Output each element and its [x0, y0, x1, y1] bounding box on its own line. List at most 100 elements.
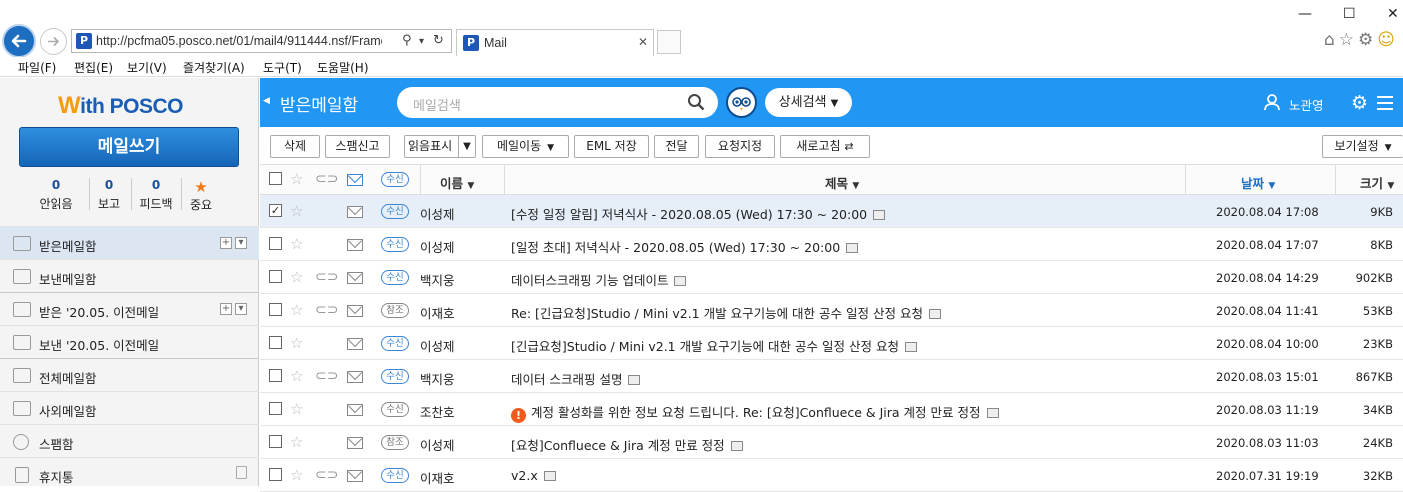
home-icon[interactable]: ⌂: [1324, 30, 1339, 50]
read-mark-select[interactable]: 읽음표시 ▼: [404, 135, 476, 158]
folder-inbox[interactable]: 받은메일함 + ▾: [0, 226, 259, 259]
mail-subject[interactable]: [일정 초대] 저녁식사 - 2020.08.05 (Wed) 17:30 ~ …: [511, 237, 859, 256]
delete-button[interactable]: 삭제: [270, 135, 320, 158]
search-input[interactable]: 메일검색: [413, 95, 461, 114]
mail-subject[interactable]: Re: [긴급요청]Studio / Mini v2.1 개발 요구기능에 대한…: [511, 303, 941, 322]
row-checkbox[interactable]: [269, 336, 282, 349]
sender-name[interactable]: 이성제: [420, 435, 455, 454]
envelope-icon[interactable]: [347, 338, 363, 350]
stat-feedback[interactable]: 0 피드백: [136, 178, 176, 212]
mail-row[interactable]: ☆ ⊂⊃ 수신 이재호 v2.x 2020.07.31 19:19 32KB: [260, 459, 1403, 492]
menu-tools[interactable]: 도구(T): [263, 59, 302, 76]
empty-trash-icon[interactable]: [236, 466, 247, 479]
envelope-icon[interactable]: [347, 470, 363, 482]
owl-mascot-icon[interactable]: [726, 87, 757, 118]
search-icon[interactable]: ⚲: [402, 33, 412, 48]
expand-plus-icon[interactable]: +: [220, 237, 232, 249]
recipient-type-column-tag[interactable]: 수신: [381, 172, 409, 187]
subject-column-header[interactable]: 제목 ▼: [825, 173, 859, 192]
settings-gear-icon[interactable]: ⚙: [1351, 94, 1368, 113]
size-column-header[interactable]: 크기 ▼: [1360, 173, 1394, 192]
minimize-icon[interactable]: —: [1298, 6, 1312, 22]
collapse-sidebar-icon[interactable]: ◀: [263, 96, 270, 106]
envelope-icon[interactable]: [347, 239, 363, 251]
stat-important[interactable]: ★ 중요: [186, 178, 216, 213]
sender-name[interactable]: 이재호: [420, 468, 455, 487]
sender-name[interactable]: 백지웅: [420, 270, 455, 289]
favorites-star-icon[interactable]: ☆: [1339, 30, 1358, 50]
menu-file[interactable]: 파일(F): [18, 59, 56, 76]
mail-row[interactable]: ☆ ⊂⊃ 수신 백지웅 데이터 스크래핑 설명 2020.08.03 15:01…: [260, 360, 1403, 393]
envelope-icon[interactable]: [347, 206, 363, 218]
folder-all-mail[interactable]: 전체메일함: [0, 358, 259, 391]
move-mail-button[interactable]: 메일이동 ▼: [482, 135, 569, 158]
sender-name[interactable]: 백지웅: [420, 369, 455, 388]
row-checkbox-checked[interactable]: ✓: [269, 204, 282, 217]
mail-row[interactable]: ✓ ☆ 수신 이성제 [수정 일정 알림] 저녁식사 - 2020.08.05 …: [260, 195, 1403, 228]
envelope-icon[interactable]: [347, 371, 363, 383]
eml-save-button[interactable]: EML 저장: [574, 135, 649, 158]
forward-button[interactable]: 전달: [654, 135, 699, 158]
mail-row[interactable]: ☆ 수신 조찬호 ! 계정 활성화를 위한 정보 요청 드립니다. Re: [요청…: [260, 393, 1403, 426]
folder-archived-inbox[interactable]: 받은 '20.05. 이전메일 + ▾: [0, 292, 259, 325]
mail-subject[interactable]: [수정 일정 알림] 저녁식사 - 2020.08.05 (Wed) 17:30…: [511, 204, 886, 223]
envelope-icon[interactable]: [347, 404, 363, 416]
folder-menu-dropdown-icon[interactable]: ▾: [235, 237, 247, 249]
star-icon[interactable]: ☆: [290, 303, 303, 318]
menu-edit[interactable]: 편집(E): [74, 59, 113, 76]
mail-subject[interactable]: ! 계정 활성화를 위한 정보 요청 드립니다. Re: [요청]Confluec…: [511, 402, 999, 423]
mail-search[interactable]: 메일검색: [397, 87, 718, 118]
stat-unread[interactable]: 0 안읽음: [36, 178, 76, 212]
advanced-search-button[interactable]: 상세검색 ▼: [765, 88, 852, 117]
star-icon[interactable]: ☆: [290, 468, 303, 483]
folder-external[interactable]: 사외메일함: [0, 391, 259, 424]
address-url[interactable]: http://pcfma05.posco.net/01/mail4/911444…: [96, 34, 382, 48]
back-button[interactable]: [2, 24, 36, 58]
mail-subject[interactable]: v2.x: [511, 468, 556, 483]
mail-row[interactable]: ☆ ⊂⊃ 수신 백지웅 데이터스크래핑 기능 업데이트 2020.08.04 1…: [260, 261, 1403, 294]
star-icon[interactable]: ☆: [290, 435, 303, 450]
view-settings-button[interactable]: 보기설정 ▼: [1322, 135, 1403, 158]
read-status-column-icon[interactable]: [347, 174, 363, 186]
envelope-icon[interactable]: [347, 272, 363, 284]
row-checkbox[interactable]: [269, 402, 282, 415]
star-icon[interactable]: ☆: [290, 270, 303, 285]
mail-row[interactable]: ☆ 수신 이성제 [일정 초대] 저녁식사 - 2020.08.05 (Wed)…: [260, 228, 1403, 261]
folder-trash[interactable]: 휴지통: [0, 457, 259, 490]
sender-name[interactable]: 이재호: [420, 303, 455, 322]
sender-name[interactable]: 이성제: [420, 336, 455, 355]
with-posco-logo[interactable]: With POSCO: [58, 92, 183, 120]
hamburger-menu-icon[interactable]: [1377, 96, 1393, 110]
date-column-header[interactable]: 날짜 ▼: [1241, 173, 1275, 192]
row-checkbox[interactable]: [269, 303, 282, 316]
compose-button[interactable]: 메일쓰기: [19, 127, 239, 167]
row-checkbox[interactable]: [269, 237, 282, 250]
select-all-checkbox[interactable]: [269, 172, 282, 185]
folder-menu-dropdown-icon[interactable]: ▾: [235, 303, 247, 315]
sender-name[interactable]: 이성제: [420, 204, 455, 223]
row-checkbox[interactable]: [269, 435, 282, 448]
star-icon[interactable]: ☆: [290, 369, 303, 384]
sender-name[interactable]: 조찬호: [420, 402, 455, 421]
menu-help[interactable]: 도움말(H): [317, 59, 369, 76]
star-icon[interactable]: ☆: [290, 336, 303, 351]
refresh-icon[interactable]: ↻: [433, 33, 444, 48]
folder-archived-sent[interactable]: 보낸 '20.05. 이전메일: [0, 325, 259, 358]
menu-favorites[interactable]: 즐겨찾기(A): [183, 59, 245, 76]
star-icon[interactable]: ☆: [290, 204, 303, 219]
close-tab-icon[interactable]: ✕: [638, 35, 648, 49]
mail-row[interactable]: ☆ ⊂⊃ 참조 이재호 Re: [긴급요청]Studio / Mini v2.1…: [260, 294, 1403, 327]
address-bar[interactable]: P http://pcfma05.posco.net/01/mail4/9114…: [71, 29, 452, 53]
star-icon[interactable]: ☆: [290, 237, 303, 252]
mail-subject[interactable]: 데이터 스크래핑 설명: [511, 369, 641, 388]
forward-button[interactable]: [40, 28, 67, 55]
star-icon[interactable]: ☆: [290, 402, 303, 417]
expand-plus-icon[interactable]: +: [220, 303, 232, 315]
mail-row[interactable]: ☆ 참조 이성제 [요청]Confluece & Jira 계정 만료 정정 2…: [260, 426, 1403, 459]
mail-subject[interactable]: 데이터스크래핑 기능 업데이트: [511, 270, 687, 289]
maximize-icon[interactable]: ☐: [1343, 6, 1356, 22]
folder-sent[interactable]: 보낸메일함: [0, 259, 259, 292]
stat-report[interactable]: 0 보고: [94, 178, 124, 212]
spam-report-button[interactable]: 스팸신고: [325, 135, 390, 158]
sender-name[interactable]: 이성제: [420, 237, 455, 256]
